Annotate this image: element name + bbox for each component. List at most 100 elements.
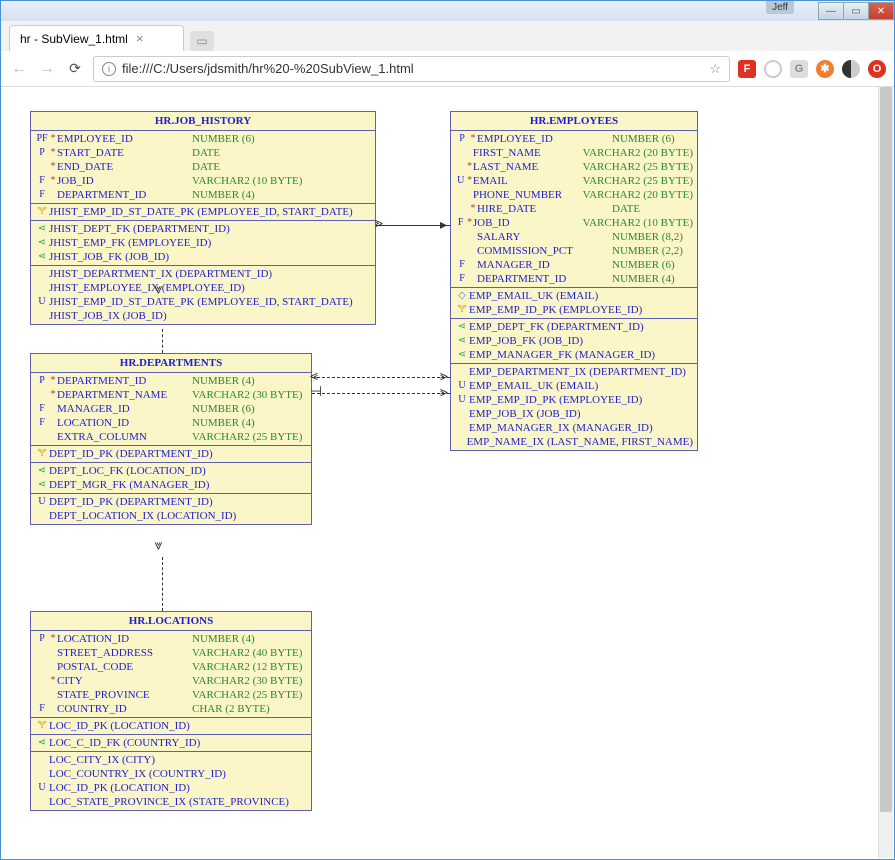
key-icon: 🝖	[35, 719, 49, 733]
notnull-dot: *	[49, 632, 57, 646]
index-row: EMP_MANAGER_IX (MANAGER_ID)	[451, 421, 697, 435]
constraint-text: DEPT_LOC_FK (LOCATION_ID)	[49, 464, 206, 478]
column-row: FMANAGER_IDNUMBER (6)	[31, 402, 311, 416]
column-type: DATE	[192, 160, 220, 174]
entity-employees[interactable]: HR.EMPLOYEES P*EMPLOYEE_IDNUMBER (6)FIRS…	[450, 111, 698, 451]
fk-icon: ⋖	[35, 250, 49, 264]
browser-window: Jeff — ▭ ✕ hr - SubView_1.html × ▭ ← → ⟳…	[0, 0, 895, 860]
info-icon[interactable]: i	[102, 62, 116, 76]
column-type: VARCHAR2 (20 BYTE)	[583, 188, 693, 202]
constraint-row: ⋖EMP_DEPT_FK (DEPARTMENT_ID)	[451, 320, 697, 334]
constraint-text: EMP_JOB_FK (JOB_ID)	[469, 334, 583, 348]
constraint-text: JHIST_DEPT_FK (DEPARTMENT_ID)	[49, 222, 230, 236]
url-field[interactable]: i file:///C:/Users/jdsmith/hr%20-%20SubV…	[93, 56, 730, 82]
index-row: UEMP_EMP_ID_PK (EMPLOYEE_ID)	[451, 393, 697, 407]
constraint-flag: P	[35, 374, 49, 388]
index-text: EMP_EMAIL_UK (EMAIL)	[469, 379, 598, 393]
scroll-thumb[interactable]	[880, 87, 892, 812]
browser-tab[interactable]: hr - SubView_1.html ×	[9, 25, 184, 51]
column-row: PF*EMPLOYEE_IDNUMBER (6)	[31, 132, 375, 146]
ext-red-icon[interactable]: O	[868, 60, 886, 78]
index-text: JHIST_EMP_ID_ST_DATE_PK (EMPLOYEE_ID, ST…	[49, 295, 353, 309]
close-button[interactable]: ✕	[868, 2, 894, 20]
column-name: STREET_ADDRESS	[57, 646, 192, 660]
minimize-button[interactable]: —	[818, 2, 844, 20]
fk-icon: ⋖	[35, 222, 49, 236]
column-type: NUMBER (2,2)	[612, 244, 683, 258]
column-name: POSTAL_CODE	[57, 660, 192, 674]
constraint-text: JHIST_EMP_ID_ST_DATE_PK (EMPLOYEE_ID, ST…	[49, 205, 353, 219]
fk-icon: ⋖	[35, 736, 49, 750]
diam-icon: ◇	[455, 289, 469, 303]
ext-circle-icon[interactable]	[764, 60, 782, 78]
ext-g-icon[interactable]: G	[790, 60, 808, 78]
index-row: ULOC_ID_PK (LOCATION_ID)	[31, 781, 311, 795]
fk-icon: ⋖	[35, 478, 49, 492]
maximize-button[interactable]: ▭	[843, 2, 869, 20]
constraint-text: DEPT_MGR_FK (MANAGER_ID)	[49, 478, 209, 492]
column-name: EMPLOYEE_ID	[57, 132, 192, 146]
column-type: NUMBER (4)	[192, 188, 255, 202]
index-row: UEMP_EMAIL_UK (EMAIL)	[451, 379, 697, 393]
column-name: HIRE_DATE	[477, 202, 612, 216]
column-type: NUMBER (4)	[612, 272, 675, 286]
back-button[interactable]: ←	[9, 60, 29, 78]
key-icon: 🝖	[35, 447, 49, 461]
column-row: P*LOCATION_IDNUMBER (4)	[31, 632, 311, 646]
index-section: UDEPT_ID_PK (DEPARTMENT_ID)DEPT_LOCATION…	[31, 494, 311, 524]
entity-locations[interactable]: HR.LOCATIONS P*LOCATION_IDNUMBER (4)STRE…	[30, 611, 312, 811]
constraint-row: ⋖LOC_C_ID_FK (COUNTRY_ID)	[31, 736, 311, 750]
column-row: *LAST_NAMEVARCHAR2 (25 BYTE)	[451, 160, 697, 174]
entity-job-history[interactable]: HR.JOB_HISTORY PF*EMPLOYEE_IDNUMBER (6)P…	[30, 111, 376, 325]
constraint-row: ⋖JHIST_DEPT_FK (DEPARTMENT_ID)	[31, 222, 375, 236]
index-row: JHIST_DEPARTMENT_IX (DEPARTMENT_ID)	[31, 267, 375, 281]
ext-orange-icon[interactable]: ✱	[816, 60, 834, 78]
rel-dept-loc	[162, 557, 163, 611]
column-type: NUMBER (6)	[612, 258, 675, 272]
tab-title: hr - SubView_1.html	[20, 32, 128, 46]
column-type: VARCHAR2 (25 BYTE)	[192, 688, 302, 702]
index-text: EMP_JOB_IX (JOB_ID)	[469, 407, 581, 421]
constraint-flag: F	[455, 272, 469, 286]
fk-icon: ⋖	[455, 334, 469, 348]
column-name: END_DATE	[57, 160, 192, 174]
column-name: JOB_ID	[57, 174, 192, 188]
index-text: EMP_EMP_ID_PK (EMPLOYEE_ID)	[469, 393, 642, 407]
ext-flipboard-icon[interactable]: F	[738, 60, 756, 78]
index-row: EMP_JOB_IX (JOB_ID)	[451, 407, 697, 421]
titlebar: Jeff — ▭ ✕	[1, 1, 894, 21]
constraint-row: 🝖EMP_EMP_ID_PK (EMPLOYEE_ID)	[451, 303, 697, 317]
new-tab-button[interactable]: ▭	[190, 31, 214, 51]
column-row: F*JOB_IDVARCHAR2 (10 BYTE)	[451, 216, 697, 230]
constraint-flag: F	[35, 702, 49, 716]
index-text: JHIST_EMPLOYEE_IX (EMPLOYEE_ID)	[49, 281, 245, 295]
address-bar: ← → ⟳ i file:///C:/Users/jdsmith/hr%20-%…	[1, 51, 894, 87]
column-name: JOB_ID	[473, 216, 583, 230]
unique-flag: U	[455, 379, 469, 393]
index-row: LOC_STATE_PROVINCE_IX (STATE_PROVINCE)	[31, 795, 311, 809]
column-name: PHONE_NUMBER	[473, 188, 583, 202]
tab-close-icon[interactable]: ×	[136, 31, 144, 46]
index-text: EMP_MANAGER_IX (MANAGER_ID)	[469, 421, 653, 435]
column-row: P*START_DATEDATE	[31, 146, 375, 160]
unique-flag: U	[35, 781, 49, 795]
index-text: LOC_COUNTRY_IX (COUNTRY_ID)	[49, 767, 226, 781]
vertical-scrollbar[interactable]	[878, 87, 893, 858]
uk-section: ◇EMP_EMAIL_UK (EMAIL)🝖EMP_EMP_ID_PK (EMP…	[451, 288, 697, 319]
column-row: FMANAGER_IDNUMBER (6)	[451, 258, 697, 272]
column-name: SALARY	[477, 230, 612, 244]
ext-contrast-icon[interactable]	[842, 60, 860, 78]
unique-flag: U	[35, 295, 49, 309]
index-text: LOC_ID_PK (LOCATION_ID)	[49, 781, 190, 795]
forward-button[interactable]: →	[37, 60, 57, 78]
reload-button[interactable]: ⟳	[65, 60, 85, 77]
fk-icon: ⋖	[35, 236, 49, 250]
tab-bar: hr - SubView_1.html × ▭	[1, 21, 894, 51]
entity-departments[interactable]: HR.DEPARTMENTS P*DEPARTMENT_IDNUMBER (4)…	[30, 353, 312, 525]
column-row: *CITYVARCHAR2 (30 BYTE)	[31, 674, 311, 688]
bookmark-icon[interactable]: ☆	[709, 61, 721, 77]
column-name: EMAIL	[473, 174, 583, 188]
index-text: DEPT_ID_PK (DEPARTMENT_ID)	[49, 495, 213, 509]
column-row: FIRST_NAMEVARCHAR2 (20 BYTE)	[451, 146, 697, 160]
column-row: *HIRE_DATEDATE	[451, 202, 697, 216]
